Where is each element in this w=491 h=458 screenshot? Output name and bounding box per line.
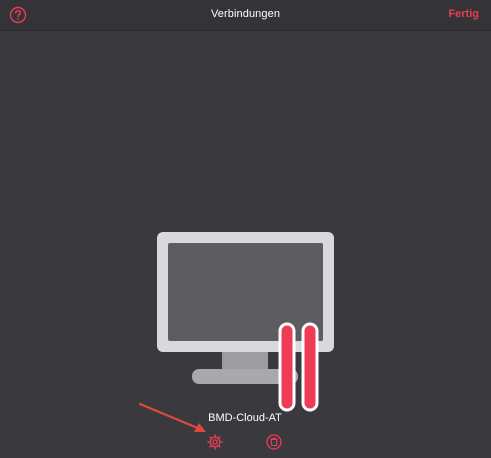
annotation-arrow <box>138 402 206 432</box>
done-button[interactable]: Fertig <box>448 8 479 20</box>
pause-icon <box>278 322 319 412</box>
navigation-bar: Verbindungen Fertig <box>0 0 491 31</box>
connections-screen: Verbindungen Fertig BMD-Cloud-AT <box>0 0 491 458</box>
trash-icon[interactable] <box>266 434 282 450</box>
page-title: Verbindungen <box>210 8 281 20</box>
connection-tile[interactable] <box>150 228 340 412</box>
